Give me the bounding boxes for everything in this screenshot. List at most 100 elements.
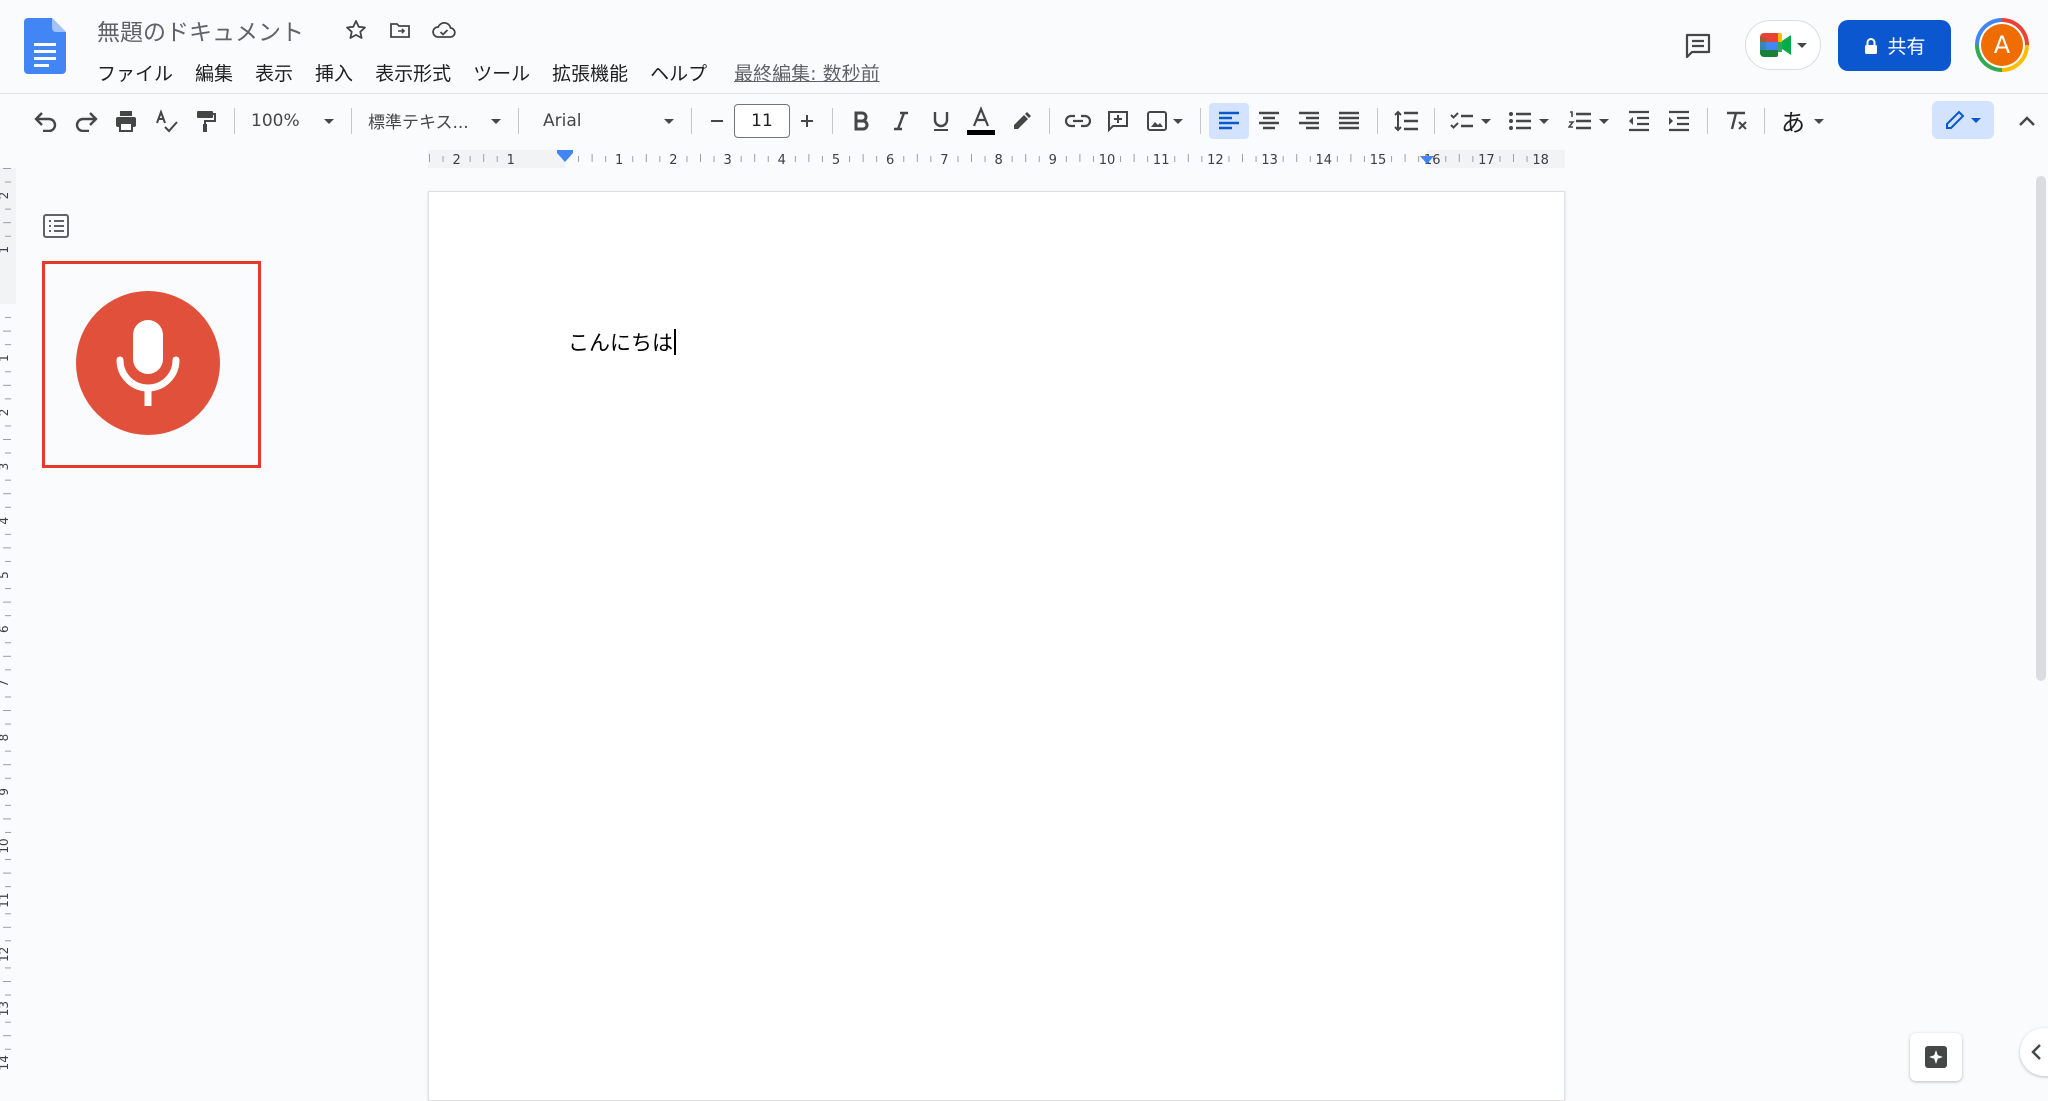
- ruler-label: 1: [615, 153, 623, 168]
- decrease-indent-button[interactable]: [1619, 103, 1659, 139]
- paint-format-button[interactable]: [186, 103, 226, 139]
- chevron-down-icon: [664, 118, 674, 124]
- voice-typing-button[interactable]: [76, 291, 220, 435]
- ruler-label: 4: [0, 517, 11, 525]
- line-spacing-button[interactable]: [1386, 103, 1426, 139]
- menu-edit[interactable]: 編集: [184, 55, 244, 90]
- ruler-label: 2: [669, 153, 677, 168]
- undo-button[interactable]: [26, 103, 66, 139]
- checklist-icon: [1450, 111, 1473, 129]
- vertical-ruler[interactable]: 211234567891011121314: [0, 168, 16, 1093]
- insert-image-button[interactable]: [1138, 103, 1192, 139]
- share-label: 共有: [1887, 36, 1926, 58]
- paragraph-style-select[interactable]: 標準テキス...: [360, 103, 510, 139]
- ruler-label: 6: [886, 153, 894, 168]
- document-title[interactable]: 無題のドキュメント: [97, 13, 304, 47]
- menu-insert[interactable]: 挿入: [304, 55, 364, 90]
- last-edit-link[interactable]: 最終編集: 数秒前: [734, 59, 879, 86]
- ruler-label: 10: [1099, 153, 1116, 168]
- menu-extensions[interactable]: 拡張機能: [541, 55, 639, 90]
- increase-indent-button[interactable]: [1659, 103, 1699, 139]
- bold-button[interactable]: [841, 103, 881, 139]
- voice-typing-highlight: [42, 261, 261, 468]
- link-icon: [1064, 114, 1092, 127]
- redo-button[interactable]: [66, 103, 106, 139]
- document-page[interactable]: こんにちは: [428, 191, 1565, 1101]
- add-comment-button[interactable]: [1098, 103, 1138, 139]
- spellcheck-icon: [156, 108, 178, 132]
- ruler-label: 2: [452, 153, 460, 168]
- ruler-label: 13: [1261, 153, 1278, 168]
- hide-menus-button[interactable]: [2010, 104, 2044, 138]
- highlight-color-button[interactable]: [1001, 103, 1041, 139]
- align-right-button[interactable]: [1289, 103, 1329, 139]
- print-button[interactable]: [106, 103, 146, 139]
- ruler-label: 1: [0, 354, 11, 362]
- print-icon: [116, 110, 136, 132]
- align-justify-icon: [1339, 111, 1359, 129]
- underline-icon: [933, 111, 949, 131]
- checklist-button[interactable]: [1443, 103, 1499, 139]
- undo-icon: [34, 111, 57, 132]
- menu-help[interactable]: ヘルプ: [639, 55, 718, 90]
- spellcheck-button[interactable]: [146, 103, 186, 139]
- horizontal-ruler[interactable]: 2 1 1 2 3 4 5 6 7 8 9 10 11 12 13 14 15 16 17 18: [428, 150, 1565, 168]
- editing-mode-button[interactable]: [1932, 101, 1994, 139]
- text-color-button[interactable]: [961, 103, 1001, 139]
- chevron-down-icon: [324, 118, 334, 124]
- numbered-list-button[interactable]: [1559, 103, 1619, 139]
- increase-indent-icon: [1669, 110, 1689, 131]
- move-to-folder-icon[interactable]: [378, 12, 422, 48]
- paint-format-icon: [197, 110, 216, 132]
- align-center-button[interactable]: [1249, 103, 1289, 139]
- font-size-increase-button[interactable]: [790, 104, 824, 138]
- toolbar-separator: [234, 107, 235, 134]
- side-panel-toggle[interactable]: [2020, 1028, 2048, 1076]
- ruler-label: 3: [0, 463, 11, 471]
- share-button[interactable]: 共有: [1838, 20, 1951, 71]
- toolbar-separator: [691, 107, 692, 134]
- comment-history-button[interactable]: [1676, 24, 1720, 68]
- toolbar-separator: [1377, 107, 1378, 134]
- ruler-label: 8: [994, 153, 1002, 168]
- toolbar-separator: [832, 107, 833, 134]
- ruler-label: 12: [0, 947, 11, 962]
- menu-view[interactable]: 表示: [244, 55, 304, 90]
- ruler-label: 2: [0, 409, 11, 417]
- redo-icon: [75, 111, 98, 132]
- font-family-select[interactable]: Arial: [527, 103, 683, 139]
- chevron-down-icon: [1599, 118, 1609, 124]
- bulleted-list-button[interactable]: [1499, 103, 1559, 139]
- clear-formatting-button[interactable]: [1716, 103, 1756, 139]
- input-tools-button[interactable]: あ: [1773, 103, 1833, 139]
- italic-button[interactable]: [881, 103, 921, 139]
- align-left-button[interactable]: [1209, 102, 1249, 139]
- avatar[interactable]: A: [1975, 18, 2029, 72]
- font-size-input[interactable]: 11: [734, 103, 790, 138]
- paragraph-style-value: 標準テキス...: [368, 113, 469, 133]
- meet-button[interactable]: [1745, 20, 1821, 70]
- document-body[interactable]: こんにちは: [568, 327, 676, 357]
- star-icon[interactable]: [334, 12, 378, 48]
- header: 無題のドキュメント ファイル 編集 表示 挿入 表示形式 ツール 拡張機能 ヘル…: [0, 0, 2048, 92]
- zoom-select[interactable]: 100%: [243, 103, 343, 139]
- toolbar-separator: [1200, 107, 1201, 134]
- docs-logo-icon[interactable]: [24, 18, 66, 74]
- vertical-scrollbar[interactable]: [2036, 176, 2046, 681]
- cloud-status-icon[interactable]: [422, 12, 466, 48]
- align-justify-button[interactable]: [1329, 103, 1369, 139]
- ruler-label: 2: [0, 192, 11, 200]
- toolbar: 100% 標準テキス... Arial 11 あ: [0, 93, 2048, 147]
- font-size-decrease-button[interactable]: [700, 104, 734, 138]
- menu-file[interactable]: ファイル: [86, 55, 184, 90]
- body-text: こんにちは: [568, 331, 673, 355]
- underline-button[interactable]: [921, 103, 961, 139]
- ruler-label: 18: [1532, 153, 1549, 168]
- explore-button[interactable]: [1910, 1033, 1962, 1081]
- toolbar-separator: [351, 107, 352, 134]
- insert-link-button[interactable]: [1058, 103, 1098, 139]
- menu-format[interactable]: 表示形式: [364, 55, 462, 90]
- document-outline-button[interactable]: [42, 212, 70, 240]
- menu-tools[interactable]: ツール: [462, 55, 541, 90]
- ruler-label: 1: [0, 246, 11, 254]
